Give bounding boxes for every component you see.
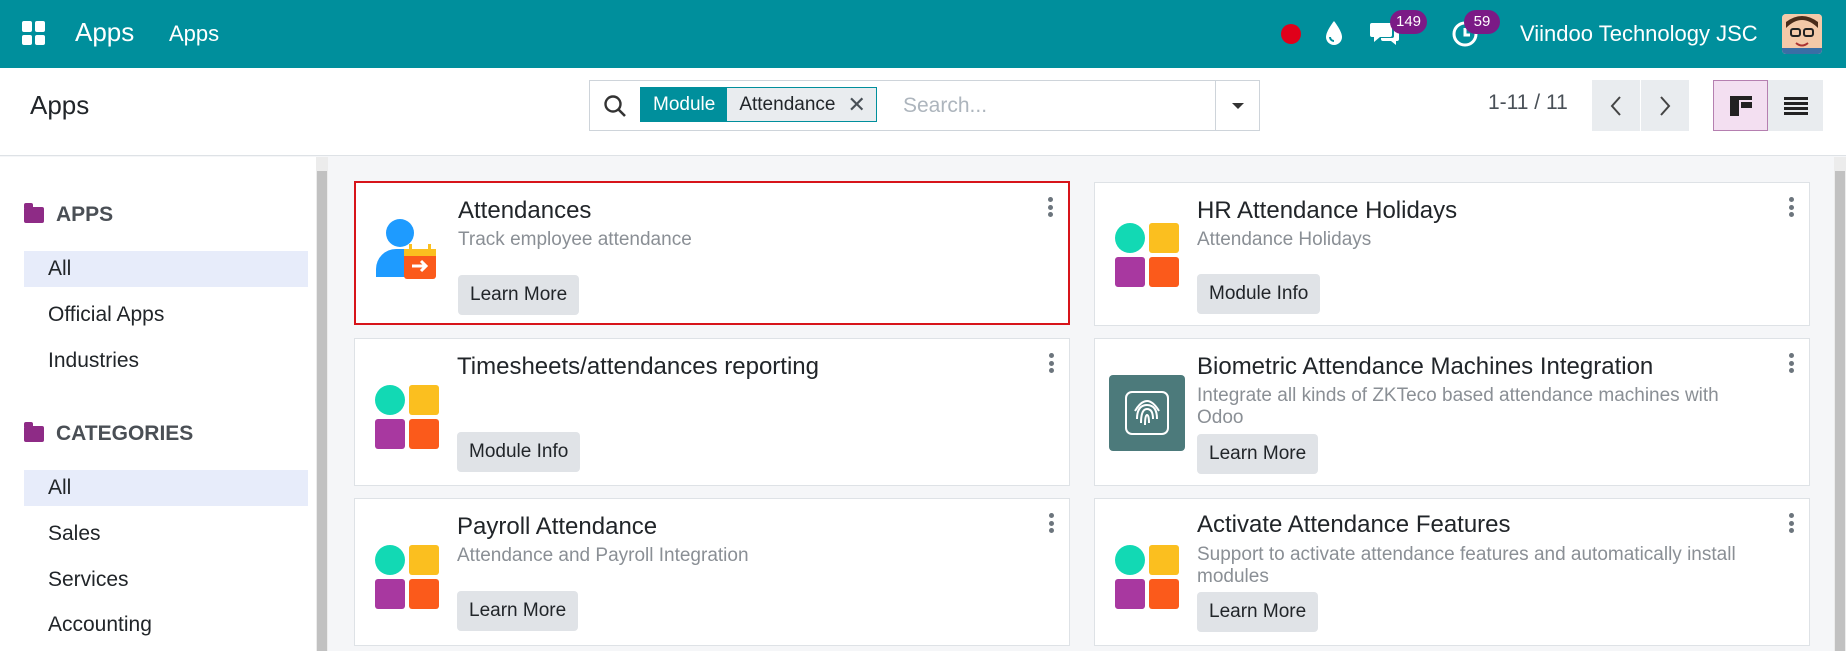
learn-more-button[interactable]: Learn More	[1197, 592, 1319, 632]
caret-down-icon	[1232, 102, 1244, 109]
apps-heading-label: APPS	[56, 203, 114, 226]
sidebar-item-services[interactable]: Services	[24, 562, 308, 598]
search-facet: Module Attendance ✕	[640, 87, 877, 122]
activity-count-badge: 59	[1464, 10, 1500, 34]
sidebar-item-all-apps[interactable]: All	[24, 251, 308, 287]
sidebar-item-accounting[interactable]: Accounting	[24, 607, 308, 643]
module-card[interactable]: Biometric Attendance Machines Integratio…	[1094, 338, 1810, 486]
page-title: Apps	[30, 90, 90, 120]
module-title: Activate Attendance Features	[1197, 511, 1511, 538]
record-dot-icon[interactable]	[1281, 24, 1301, 44]
kanban-view-button[interactable]	[1713, 80, 1768, 131]
sidebar-item-official-apps[interactable]: Official Apps	[24, 297, 308, 333]
module-title: Timesheets/attendances reporting	[457, 353, 819, 380]
module-card[interactable]: Payroll Attendance Attendance and Payrol…	[354, 498, 1070, 646]
module-placeholder-icon	[369, 375, 445, 451]
card-menu-icon[interactable]	[1049, 513, 1055, 533]
card-menu-icon[interactable]	[1048, 197, 1054, 217]
categories-heading-label: CATEGORIES	[56, 422, 194, 445]
pager-next-button[interactable]	[1641, 80, 1689, 131]
sidebar-item-sales[interactable]: Sales	[24, 516, 308, 552]
facet-value: Attendance	[739, 94, 836, 115]
pager-previous-button[interactable]	[1592, 80, 1640, 131]
learn-more-button[interactable]: Learn More	[1197, 434, 1319, 474]
sidebar-item-industries[interactable]: Industries	[24, 343, 308, 379]
module-summary: Track employee attendance	[458, 229, 692, 250]
app-menu-icon[interactable]	[22, 21, 46, 45]
kanban-view-icon	[1729, 95, 1752, 116]
folder-icon	[24, 203, 44, 223]
sidebar-item-all-categories[interactable]: All	[24, 470, 308, 506]
module-summary: Attendance and Payroll Integration	[457, 545, 749, 566]
card-menu-icon[interactable]	[1789, 513, 1795, 533]
main-scrollbar[interactable]	[1834, 157, 1846, 651]
module-summary: Integrate all kinds of ZKTeco based atte…	[1197, 385, 1719, 428]
categories-section-heading: CATEGORIES	[24, 422, 193, 446]
folder-icon	[24, 422, 44, 442]
search-panel-sidebar: APPS All Official Apps Industries CATEGO…	[0, 157, 316, 651]
chat-count-badge: 149	[1390, 10, 1428, 34]
module-card[interactable]: HR Attendance Holidays Attendance Holida…	[1094, 182, 1810, 326]
top-navbar: Apps Apps 149 59 Viindoo Technology JSC	[0, 0, 1846, 68]
search-bar[interactable]: Module Attendance ✕	[589, 80, 1260, 131]
menu-apps[interactable]: Apps	[169, 21, 219, 47]
list-view-button[interactable]	[1768, 80, 1823, 131]
search-input[interactable]	[903, 90, 1203, 121]
scrollbar-thumb[interactable]	[317, 171, 327, 651]
list-view-icon	[1783, 96, 1808, 115]
module-card[interactable]: Timesheets/attendances reporting Module …	[354, 338, 1070, 486]
search-options-toggle[interactable]	[1215, 81, 1260, 130]
module-title: Biometric Attendance Machines Integratio…	[1197, 353, 1654, 380]
fingerprint-icon	[1109, 375, 1185, 451]
facet-remove-icon[interactable]: ✕	[847, 88, 865, 121]
user-avatar[interactable]	[1782, 14, 1822, 54]
company-switcher[interactable]: Viindoo Technology JSC	[1520, 21, 1758, 47]
learn-more-button[interactable]: Learn More	[458, 275, 580, 315]
module-placeholder-icon	[1109, 213, 1185, 289]
attendance-icon	[370, 213, 446, 289]
facet-value-wrap: Attendance ✕	[727, 88, 876, 121]
pager-value[interactable]: 1-11 / 11	[1488, 91, 1568, 115]
module-placeholder-icon	[1109, 535, 1185, 611]
chevron-left-icon	[1610, 95, 1621, 116]
control-panel: Apps Module Attendance ✕ 1-11 / 11	[0, 68, 1846, 156]
module-card[interactable]: Attendances Track employee attendance Le…	[354, 181, 1070, 325]
module-title: Payroll Attendance	[457, 513, 658, 540]
apps-section-heading: APPS	[24, 203, 113, 227]
module-card[interactable]: Activate Attendance Features Support to …	[1094, 498, 1810, 646]
facet-key: Module	[641, 88, 728, 121]
module-info-button[interactable]: Module Info	[1197, 274, 1321, 314]
module-placeholder-icon	[369, 535, 445, 611]
sidebar-scrollbar[interactable]	[316, 157, 328, 651]
app-brand[interactable]: Apps	[75, 17, 134, 48]
card-menu-icon[interactable]	[1789, 353, 1795, 373]
search-icon[interactable]	[602, 93, 628, 119]
module-title: HR Attendance Holidays	[1197, 197, 1458, 224]
module-info-button[interactable]: Module Info	[457, 432, 581, 472]
chevron-right-icon	[1660, 95, 1671, 116]
learn-more-button[interactable]: Learn More	[457, 591, 579, 631]
module-summary: Support to activate attendance features …	[1197, 544, 1736, 587]
scrollbar-thumb[interactable]	[1835, 171, 1845, 651]
card-menu-icon[interactable]	[1049, 353, 1055, 373]
module-summary: Attendance Holidays	[1197, 229, 1372, 250]
card-menu-icon[interactable]	[1789, 197, 1795, 217]
water-drop-icon[interactable]	[1323, 19, 1345, 47]
module-title: Attendances	[458, 197, 592, 224]
